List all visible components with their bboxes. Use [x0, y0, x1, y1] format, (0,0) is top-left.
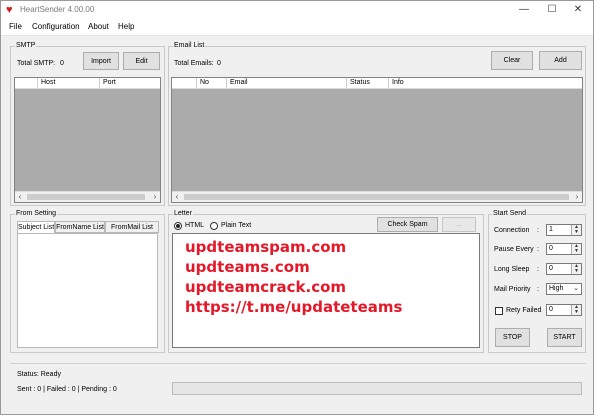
column-info[interactable]: Info: [388, 78, 582, 88]
long-sleep-value: 0: [549, 265, 553, 272]
heart-icon: ♥: [6, 4, 13, 16]
window-title: HeartSender 4.00.00: [20, 5, 95, 14]
pause-every-stepper[interactable]: 0 ▲ ▼: [546, 243, 582, 255]
column-email[interactable]: Email: [226, 78, 346, 88]
stop-button[interactable]: STOP: [495, 328, 530, 347]
minimize-button[interactable]: —: [510, 2, 538, 18]
pause-every-label: Pause Every: [494, 246, 534, 253]
row-header-cell: [172, 78, 196, 88]
scroll-right-icon[interactable]: ›: [572, 192, 582, 202]
subject-list-panel[interactable]: [17, 233, 158, 348]
status-divider: [10, 363, 586, 364]
letter-body-editor[interactable]: updteamspam.com updteams.com updteamcrac…: [172, 233, 480, 348]
colon-separator: :: [537, 286, 539, 293]
menu-file[interactable]: File: [9, 22, 22, 31]
long-sleep-label: Long Sleep: [494, 266, 530, 273]
retry-failed-label[interactable]: Rety Failed: [506, 307, 541, 314]
add-button[interactable]: Add: [539, 51, 582, 70]
main-window: ♥ HeartSender 4.00.00 — ☐ ✕ File Configu…: [0, 0, 594, 415]
colon-separator: :: [537, 227, 539, 234]
smtp-table[interactable]: Host Port ‹ ›: [14, 77, 161, 203]
letter-line: updteamspam.com: [185, 238, 347, 256]
browse-dots-button[interactable]: ...: [442, 217, 476, 232]
status-text: Status: Ready: [17, 371, 61, 378]
connection-label: Connection: [494, 227, 530, 234]
letter-line: updteamcrack.com: [185, 278, 347, 296]
row-header-cell: [15, 78, 37, 88]
spin-down-icon[interactable]: ▼: [571, 230, 581, 235]
menu-help[interactable]: Help: [118, 22, 134, 31]
plain-text-radio[interactable]: [210, 222, 218, 230]
tab-frommail-list[interactable]: FromMail List: [105, 221, 159, 233]
column-no[interactable]: No: [196, 78, 226, 88]
html-radio[interactable]: [174, 222, 182, 230]
send-counts-text: Sent : 0 | Failed : 0 | Pending : 0: [17, 386, 117, 393]
retry-failed-checkbox[interactable]: [495, 307, 503, 315]
letter-line: https://t.me/updateteams: [185, 298, 403, 316]
from-setting-group-label: From Setting: [15, 210, 58, 217]
letter-line: updteams.com: [185, 258, 310, 276]
smtp-horizontal-scrollbar[interactable]: ‹ ›: [15, 191, 160, 202]
total-smtp-label: Total SMTP:: [17, 60, 56, 67]
colon-separator: :: [537, 246, 539, 253]
menu-configuration[interactable]: Configuration: [32, 22, 80, 31]
title-bar[interactable]: ♥ HeartSender 4.00.00 — ☐ ✕: [1, 1, 593, 20]
mail-priority-label: Mail Priority: [494, 286, 531, 293]
column-host[interactable]: Host: [37, 78, 99, 88]
email-list-group-label: Email List: [173, 42, 206, 49]
tab-fromname-list[interactable]: FromName List: [55, 221, 105, 233]
clear-button[interactable]: Clear: [491, 51, 533, 70]
retry-failed-value: 0: [549, 306, 553, 313]
radio-selected-dot: [176, 224, 180, 228]
smtp-group-label: SMTP: [15, 42, 37, 49]
connection-value: 1: [549, 226, 553, 233]
total-emails-value: 0: [217, 60, 221, 67]
smtp-table-header: Host Port: [15, 78, 160, 89]
spin-down-icon[interactable]: ▼: [571, 310, 581, 315]
plain-text-radio-label[interactable]: Plain Text: [221, 222, 251, 229]
close-button[interactable]: ✕: [564, 2, 592, 18]
letter-group-label: Letter: [173, 210, 193, 217]
pause-every-value: 0: [549, 245, 553, 252]
connection-stepper[interactable]: 1 ▲ ▼: [546, 224, 582, 236]
scroll-left-icon[interactable]: ‹: [172, 192, 182, 202]
spin-down-icon[interactable]: ▼: [571, 249, 581, 254]
scroll-right-icon[interactable]: ›: [150, 192, 160, 202]
total-emails-label: Total Emails:: [174, 60, 214, 67]
menu-about[interactable]: About: [88, 22, 109, 31]
email-horizontal-scrollbar[interactable]: ‹ ›: [172, 191, 582, 202]
column-port[interactable]: Port: [99, 78, 160, 88]
column-status[interactable]: Status: [346, 78, 388, 88]
start-send-group-label: Start Send: [492, 210, 528, 217]
long-sleep-stepper[interactable]: 0 ▲ ▼: [546, 263, 582, 275]
chevron-down-icon: ⌄: [573, 285, 579, 292]
check-spam-button[interactable]: Check Spam: [377, 217, 438, 232]
total-smtp-value: 0: [60, 60, 64, 67]
scroll-thumb[interactable]: [27, 194, 145, 200]
colon-separator: :: [537, 266, 539, 273]
maximize-button[interactable]: ☐: [538, 2, 566, 18]
scroll-thumb[interactable]: [184, 194, 569, 200]
email-table-header: No Email Status Info: [172, 78, 582, 89]
email-table[interactable]: No Email Status Info ‹ ›: [171, 77, 583, 203]
send-progress-bar: [172, 382, 582, 395]
retry-failed-stepper[interactable]: 0 ▲ ▼: [546, 304, 582, 316]
html-radio-label[interactable]: HTML: [185, 222, 204, 229]
scroll-left-icon[interactable]: ‹: [15, 192, 25, 202]
mail-priority-value: High: [549, 285, 564, 292]
import-button[interactable]: Import: [83, 52, 119, 70]
mail-priority-select[interactable]: High ⌄: [546, 283, 582, 295]
menu-bar: File Configuration About Help: [1, 20, 593, 36]
spin-down-icon[interactable]: ▼: [571, 269, 581, 274]
start-button[interactable]: START: [547, 328, 582, 347]
edit-button[interactable]: Edit: [123, 52, 160, 70]
